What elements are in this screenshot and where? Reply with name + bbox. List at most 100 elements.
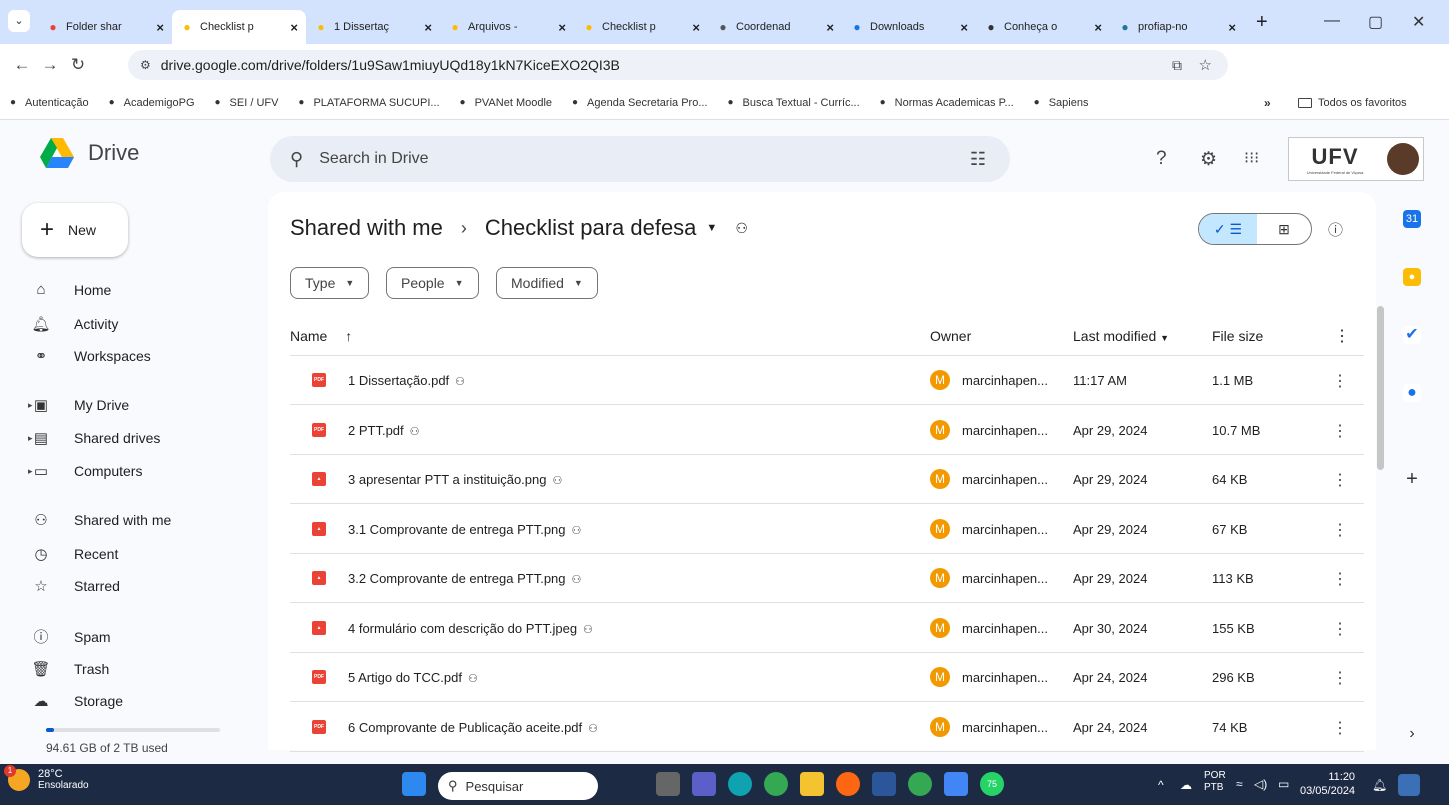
search-bar[interactable]: ⚲ Search in Drive ☷ — [270, 136, 1010, 182]
breadcrumb-parent[interactable]: Shared with me — [290, 215, 443, 241]
bookmark-item[interactable]: ● Busca Textual - Curríc... — [724, 96, 859, 110]
close-tab-icon[interactable]: × — [558, 20, 566, 35]
file-name[interactable]: 3 apresentar PTT a instituição.png ⚇ — [348, 472, 562, 487]
word-icon[interactable] — [872, 772, 896, 796]
close-tab-icon[interactable]: × — [960, 20, 968, 35]
sidebar-item-my-drive[interactable]: ▸ ▣ My Drive — [28, 396, 129, 414]
browser-tab[interactable]: ● profiap-no × — [1110, 10, 1244, 44]
onedrive-icon[interactable]: ☁ — [1180, 778, 1192, 792]
column-modified-header[interactable]: Last modified ▼ — [1073, 328, 1169, 344]
all-bookmarks-button[interactable]: Todos os favoritos — [1298, 97, 1407, 109]
bookmark-item[interactable]: ● SEI / UFV — [211, 96, 279, 110]
sidebar-item-storage[interactable]: ☁ Storage — [30, 692, 124, 710]
copilot-icon[interactable] — [1398, 774, 1420, 796]
expand-arrow-icon[interactable]: ▸ — [28, 433, 33, 444]
file-row[interactable]: ▲ 3.2 Comprovante de entrega PTT.png ⚇ Mmar… — [290, 554, 1364, 603]
taskbar-search-input[interactable]: Pesquisar — [466, 779, 524, 794]
file-name[interactable]: 2 PTT.pdf ⚇ — [348, 423, 420, 438]
file-row[interactable]: PDF 5 Artigo do TCC.pdf ⚇ Mmarcinhapen... Ap… — [290, 653, 1364, 702]
windows-start-icon[interactable] — [402, 772, 426, 796]
close-tab-icon[interactable]: × — [156, 20, 164, 35]
new-button[interactable]: + New — [22, 203, 128, 257]
folder-menu-caret-icon[interactable]: ▼ — [706, 222, 717, 234]
bookmark-item[interactable]: ● PVANet Moodle — [456, 96, 552, 110]
browser-tab[interactable]: ● Checklist p × — [574, 10, 708, 44]
more-actions-icon[interactable]: ⋮ — [1332, 470, 1348, 490]
firefox-icon[interactable] — [836, 772, 860, 796]
close-tab-icon[interactable]: × — [1094, 20, 1102, 35]
browser-tab[interactable]: ● Checklist p × — [172, 10, 306, 44]
help-icon[interactable]: ? — [1156, 148, 1167, 170]
calendar-icon[interactable]: 31 — [1403, 210, 1421, 228]
new-tab-button[interactable]: + — [1256, 11, 1268, 34]
bookmark-item[interactable]: ● PLATAFORMA SUCUPI... — [294, 96, 439, 110]
scrollbar[interactable] — [1377, 306, 1384, 470]
browser-tab[interactable]: ● Conheça o × — [976, 10, 1110, 44]
sidebar-item-spam[interactable]: ⓘ Spam — [30, 626, 110, 647]
more-actions-icon[interactable]: ⋮ — [1332, 619, 1348, 639]
bookmark-star-icon[interactable]: ☆ — [1199, 56, 1212, 74]
column-size-header[interactable]: File size — [1212, 328, 1263, 344]
more-actions-icon[interactable]: ⋮ — [1332, 520, 1348, 540]
drive-logo[interactable]: Drive — [40, 138, 139, 168]
docs-icon[interactable] — [944, 772, 968, 796]
close-tab-icon[interactable]: × — [826, 20, 834, 35]
edge-icon[interactable] — [728, 772, 752, 796]
file-name[interactable]: 3.1 Comprovante de entrega PTT.png ⚇ — [348, 522, 581, 537]
file-name[interactable]: 6 Comprovante de Publicação aceite.pdf ⚇ — [348, 720, 598, 735]
browser-tab[interactable]: ● Folder shar × — [38, 10, 172, 44]
bookmark-item[interactable]: ● Agenda Secretaria Pro... — [568, 96, 708, 110]
tray-overflow-icon[interactable]: ^ — [1158, 778, 1164, 792]
browser-tab[interactable]: ● 1 Dissertaç × — [306, 10, 440, 44]
more-bookmarks-button[interactable]: » — [1264, 96, 1271, 110]
sidebar-item-computers[interactable]: ▸ ▭ Computers — [28, 462, 142, 480]
add-addon-icon[interactable]: + — [1403, 469, 1421, 489]
close-tab-icon[interactable]: × — [290, 20, 298, 35]
sidebar-item-home[interactable]: ⌂ Home — [30, 281, 111, 298]
battery-icon[interactable]: ▭ — [1278, 777, 1289, 791]
browser-tab[interactable]: ● Coordenad × — [708, 10, 842, 44]
file-name[interactable]: 5 Artigo do TCC.pdf ⚇ — [348, 670, 478, 685]
keep-icon[interactable]: ● — [1403, 268, 1421, 286]
tab-search-button[interactable]: ⌄ — [8, 10, 30, 32]
sidebar-item-shared-drives[interactable]: ▸ ▤ Shared drives — [28, 429, 160, 447]
chrome-active-icon[interactable] — [908, 772, 932, 796]
column-owner-header[interactable]: Owner — [930, 328, 971, 344]
search-icon[interactable]: ⚲ — [290, 149, 303, 170]
close-tab-icon[interactable]: × — [1228, 20, 1236, 35]
expand-arrow-icon[interactable]: ▸ — [28, 400, 33, 411]
bookmark-item[interactable]: ● Sapiens — [1030, 96, 1089, 110]
file-row[interactable]: PDF 2 PTT.pdf ⚇ Mmarcinhapen... Apr 29, 2024… — [290, 406, 1364, 455]
file-row[interactable]: PDF 1 Dissertação.pdf ⚇ Mmarcinhapen... 11:1… — [290, 356, 1364, 405]
sidebar-item-shared-with-me[interactable]: ⚇ Shared with me — [30, 511, 171, 529]
column-options-icon[interactable]: ⋮ — [1334, 326, 1350, 346]
forward-button[interactable]: → — [36, 55, 64, 75]
file-explorer-icon[interactable] — [800, 772, 824, 796]
breadcrumb-current[interactable]: Checklist para defesa — [485, 215, 697, 241]
sidebar-item-recent[interactable]: ◷ Recent — [30, 545, 118, 563]
browser-tab[interactable]: ● Arquivos - × — [440, 10, 574, 44]
details-info-icon[interactable]: ⓘ — [1328, 219, 1343, 240]
column-name-header[interactable]: Name ↑ — [290, 328, 352, 344]
notification-bell-icon[interactable]: 🔔︎ — [1372, 778, 1387, 792]
expand-panel-icon[interactable]: › — [1403, 725, 1421, 743]
install-app-icon[interactable]: ⧉ — [1172, 57, 1182, 74]
reload-button[interactable]: ↻ — [64, 55, 92, 75]
apps-grid-icon[interactable]: ⁝⁝⁝ — [1244, 148, 1259, 168]
address-bar[interactable]: ⚙ drive.google.com/drive/folders/1u9Saw1… — [128, 50, 1228, 80]
bookmark-item[interactable]: ● Autenticação — [6, 96, 89, 110]
file-row[interactable]: ▲ 3 apresentar PTT a instituição.png ⚇ Mmar… — [290, 455, 1364, 504]
filter-chip-people[interactable]: People ▼ — [386, 267, 479, 299]
close-tab-icon[interactable]: × — [692, 20, 700, 35]
expand-arrow-icon[interactable]: ▸ — [28, 466, 33, 477]
search-input[interactable]: Search in Drive — [319, 150, 428, 168]
whatsapp-icon[interactable]: 75 — [980, 772, 1004, 796]
contacts-icon[interactable]: ● — [1403, 384, 1421, 402]
back-button[interactable]: ← — [8, 55, 36, 75]
file-name[interactable]: 4 formulário com descrição do PTT.jpeg ⚇ — [348, 621, 593, 636]
weather-widget[interactable]: 1 28°C Ensolarado — [4, 764, 89, 791]
volume-icon[interactable]: ◁) — [1254, 777, 1267, 791]
more-actions-icon[interactable]: ⋮ — [1332, 718, 1348, 738]
more-actions-icon[interactable]: ⋮ — [1332, 569, 1348, 589]
sort-arrow-up-icon[interactable]: ↑ — [345, 328, 352, 344]
